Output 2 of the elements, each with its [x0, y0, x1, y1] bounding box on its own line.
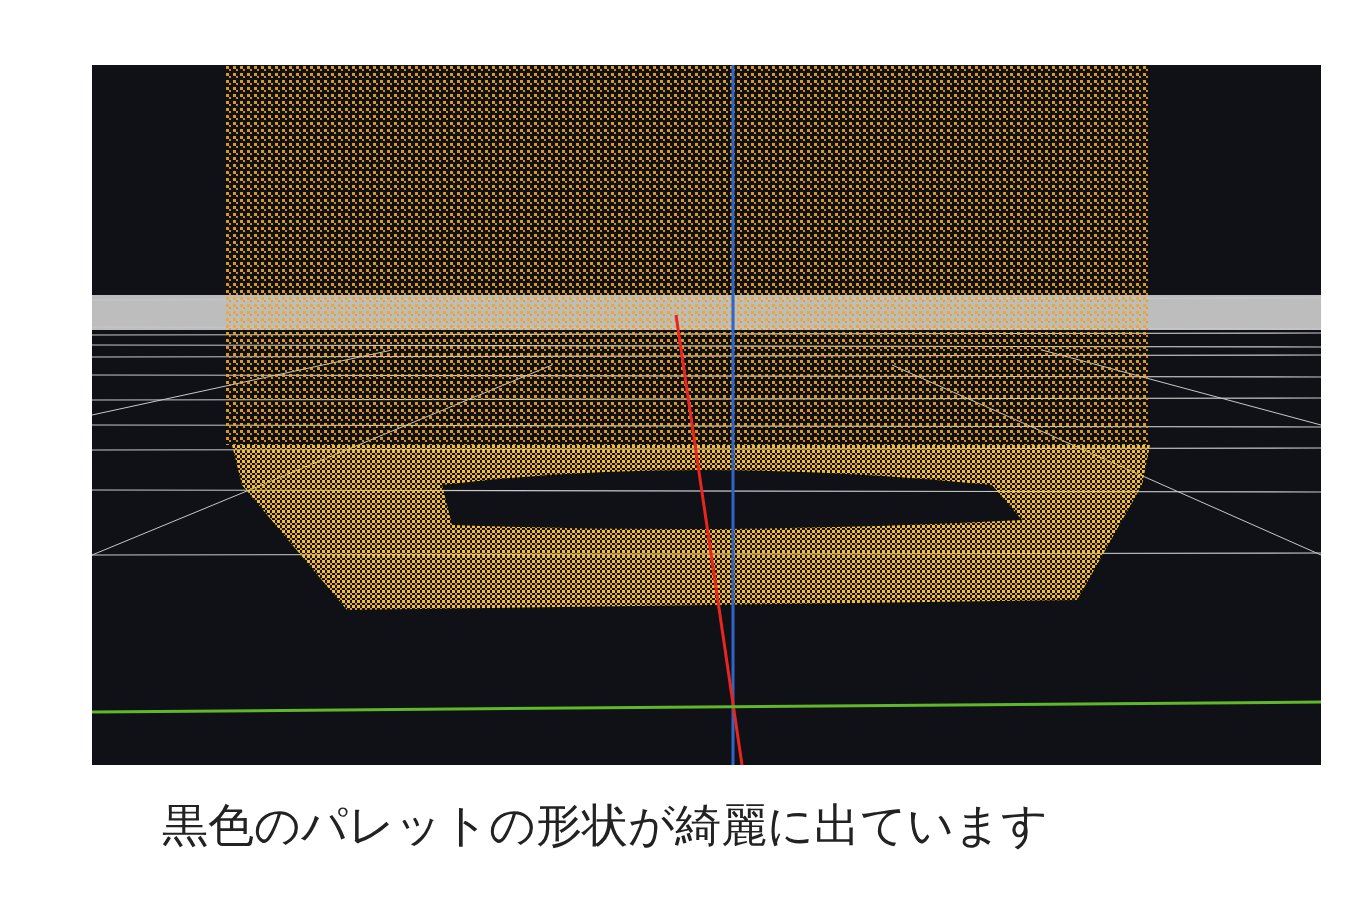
caption: 黒色のパレットの形状が綺麗に出ています: [162, 797, 1048, 854]
3d-viewport[interactable]: [92, 65, 1321, 765]
